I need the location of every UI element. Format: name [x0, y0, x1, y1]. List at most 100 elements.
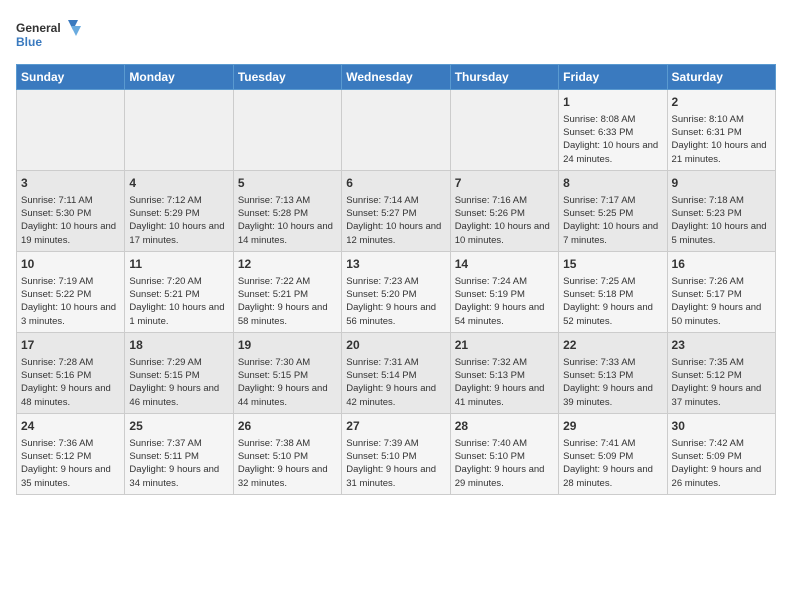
calendar-cell: 13 Sunrise: 7:23 AM Sunset: 5:20 PM Dayli…: [342, 251, 450, 332]
week-row-3: 17 Sunrise: 7:28 AM Sunset: 5:16 PM Dayli…: [17, 332, 776, 413]
calendar-cell: [450, 90, 558, 171]
day-info: Sunrise: 7:40 AM Sunset: 5:10 PM Dayligh…: [455, 437, 554, 490]
day-info: Sunrise: 7:24 AM Sunset: 5:19 PM Dayligh…: [455, 275, 554, 328]
calendar-table: SundayMondayTuesdayWednesdayThursdayFrid…: [16, 64, 776, 495]
calendar-cell: 17 Sunrise: 7:28 AM Sunset: 5:16 PM Dayli…: [17, 332, 125, 413]
day-header-sunday: Sunday: [17, 65, 125, 90]
day-number: 10: [21, 256, 120, 273]
calendar-cell: 5 Sunrise: 7:13 AM Sunset: 5:28 PM Daylig…: [233, 170, 341, 251]
day-header-saturday: Saturday: [667, 65, 775, 90]
calendar-cell: 2 Sunrise: 8:10 AM Sunset: 6:31 PM Daylig…: [667, 90, 775, 171]
day-number: 29: [563, 418, 662, 435]
day-number: 23: [672, 337, 771, 354]
calendar-cell: 29 Sunrise: 7:41 AM Sunset: 5:09 PM Dayli…: [559, 413, 667, 494]
header-row: SundayMondayTuesdayWednesdayThursdayFrid…: [17, 65, 776, 90]
week-row-4: 24 Sunrise: 7:36 AM Sunset: 5:12 PM Dayli…: [17, 413, 776, 494]
day-info: Sunrise: 8:10 AM Sunset: 6:31 PM Dayligh…: [672, 113, 771, 166]
day-number: 3: [21, 175, 120, 192]
day-info: Sunrise: 7:37 AM Sunset: 5:11 PM Dayligh…: [129, 437, 228, 490]
calendar-cell: 30 Sunrise: 7:42 AM Sunset: 5:09 PM Dayli…: [667, 413, 775, 494]
day-info: Sunrise: 7:20 AM Sunset: 5:21 PM Dayligh…: [129, 275, 228, 328]
calendar-cell: 24 Sunrise: 7:36 AM Sunset: 5:12 PM Dayli…: [17, 413, 125, 494]
day-number: 30: [672, 418, 771, 435]
day-number: 21: [455, 337, 554, 354]
day-info: Sunrise: 7:42 AM Sunset: 5:09 PM Dayligh…: [672, 437, 771, 490]
svg-text:Blue: Blue: [16, 35, 42, 49]
day-info: Sunrise: 7:31 AM Sunset: 5:14 PM Dayligh…: [346, 356, 445, 409]
day-number: 24: [21, 418, 120, 435]
day-number: 16: [672, 256, 771, 273]
day-number: 5: [238, 175, 337, 192]
calendar-cell: [233, 90, 341, 171]
day-number: 17: [21, 337, 120, 354]
day-number: 26: [238, 418, 337, 435]
calendar-cell: 4 Sunrise: 7:12 AM Sunset: 5:29 PM Daylig…: [125, 170, 233, 251]
calendar-cell: 26 Sunrise: 7:38 AM Sunset: 5:10 PM Dayli…: [233, 413, 341, 494]
day-header-monday: Monday: [125, 65, 233, 90]
calendar-body: 1Sunrise: 8:08 AM Sunset: 6:33 PM Daylig…: [17, 90, 776, 495]
week-row-0: 1Sunrise: 8:08 AM Sunset: 6:33 PM Daylig…: [17, 90, 776, 171]
day-number: 11: [129, 256, 228, 273]
calendar-cell: 16 Sunrise: 7:26 AM Sunset: 5:17 PM Dayli…: [667, 251, 775, 332]
day-info: Sunrise: 7:38 AM Sunset: 5:10 PM Dayligh…: [238, 437, 337, 490]
svg-text:General: General: [16, 21, 61, 35]
day-number: 27: [346, 418, 445, 435]
day-info: Sunrise: 7:25 AM Sunset: 5:18 PM Dayligh…: [563, 275, 662, 328]
week-row-1: 3 Sunrise: 7:11 AM Sunset: 5:30 PM Daylig…: [17, 170, 776, 251]
day-info: Sunrise: 7:16 AM Sunset: 5:26 PM Dayligh…: [455, 194, 554, 247]
calendar-cell: 21 Sunrise: 7:32 AM Sunset: 5:13 PM Dayli…: [450, 332, 558, 413]
day-info: Sunrise: 7:29 AM Sunset: 5:15 PM Dayligh…: [129, 356, 228, 409]
calendar-cell: 20 Sunrise: 7:31 AM Sunset: 5:14 PM Dayli…: [342, 332, 450, 413]
day-number: 28: [455, 418, 554, 435]
calendar-cell: 7 Sunrise: 7:16 AM Sunset: 5:26 PM Daylig…: [450, 170, 558, 251]
day-info: Sunrise: 7:18 AM Sunset: 5:23 PM Dayligh…: [672, 194, 771, 247]
calendar-cell: 1Sunrise: 8:08 AM Sunset: 6:33 PM Daylig…: [559, 90, 667, 171]
day-info: Sunrise: 7:12 AM Sunset: 5:29 PM Dayligh…: [129, 194, 228, 247]
day-info: Sunrise: 7:11 AM Sunset: 5:30 PM Dayligh…: [21, 194, 120, 247]
day-number: 7: [455, 175, 554, 192]
day-info: Sunrise: 7:13 AM Sunset: 5:28 PM Dayligh…: [238, 194, 337, 247]
day-info: Sunrise: 7:28 AM Sunset: 5:16 PM Dayligh…: [21, 356, 120, 409]
day-header-friday: Friday: [559, 65, 667, 90]
day-number: 2: [672, 94, 771, 111]
day-info: Sunrise: 7:22 AM Sunset: 5:21 PM Dayligh…: [238, 275, 337, 328]
day-number: 4: [129, 175, 228, 192]
calendar-cell: 3 Sunrise: 7:11 AM Sunset: 5:30 PM Daylig…: [17, 170, 125, 251]
day-number: 20: [346, 337, 445, 354]
logo: General Blue: [16, 16, 86, 56]
week-row-2: 10 Sunrise: 7:19 AM Sunset: 5:22 PM Dayli…: [17, 251, 776, 332]
day-header-wednesday: Wednesday: [342, 65, 450, 90]
day-number: 13: [346, 256, 445, 273]
day-info: Sunrise: 7:36 AM Sunset: 5:12 PM Dayligh…: [21, 437, 120, 490]
day-number: 19: [238, 337, 337, 354]
calendar-cell: 18Sunrise: 7:29 AM Sunset: 5:15 PM Dayli…: [125, 332, 233, 413]
day-info: Sunrise: 7:32 AM Sunset: 5:13 PM Dayligh…: [455, 356, 554, 409]
day-info: Sunrise: 7:33 AM Sunset: 5:13 PM Dayligh…: [563, 356, 662, 409]
day-info: Sunrise: 7:14 AM Sunset: 5:27 PM Dayligh…: [346, 194, 445, 247]
calendar-cell: 27 Sunrise: 7:39 AM Sunset: 5:10 PM Dayli…: [342, 413, 450, 494]
calendar-cell: 12 Sunrise: 7:22 AM Sunset: 5:21 PM Dayli…: [233, 251, 341, 332]
calendar-cell: 10 Sunrise: 7:19 AM Sunset: 5:22 PM Dayli…: [17, 251, 125, 332]
day-info: Sunrise: 7:35 AM Sunset: 5:12 PM Dayligh…: [672, 356, 771, 409]
calendar-cell: [342, 90, 450, 171]
day-info: Sunrise: 7:41 AM Sunset: 5:09 PM Dayligh…: [563, 437, 662, 490]
day-number: 12: [238, 256, 337, 273]
day-info: Sunrise: 7:23 AM Sunset: 5:20 PM Dayligh…: [346, 275, 445, 328]
day-info: Sunrise: 7:30 AM Sunset: 5:15 PM Dayligh…: [238, 356, 337, 409]
day-number: 22: [563, 337, 662, 354]
day-number: 6: [346, 175, 445, 192]
day-info: Sunrise: 7:39 AM Sunset: 5:10 PM Dayligh…: [346, 437, 445, 490]
calendar-cell: 25 Sunrise: 7:37 AM Sunset: 5:11 PM Dayli…: [125, 413, 233, 494]
calendar-cell: 8Sunrise: 7:17 AM Sunset: 5:25 PM Daylig…: [559, 170, 667, 251]
day-info: Sunrise: 7:26 AM Sunset: 5:17 PM Dayligh…: [672, 275, 771, 328]
calendar-cell: 14Sunrise: 7:24 AM Sunset: 5:19 PM Dayli…: [450, 251, 558, 332]
calendar-cell: 22 Sunrise: 7:33 AM Sunset: 5:13 PM Dayli…: [559, 332, 667, 413]
day-info: Sunrise: 7:19 AM Sunset: 5:22 PM Dayligh…: [21, 275, 120, 328]
day-number: 1: [563, 94, 662, 111]
calendar-cell: 23 Sunrise: 7:35 AM Sunset: 5:12 PM Dayli…: [667, 332, 775, 413]
calendar-cell: 11 Sunrise: 7:20 AM Sunset: 5:21 PM Dayli…: [125, 251, 233, 332]
calendar-cell: [125, 90, 233, 171]
day-number: 9: [672, 175, 771, 192]
header: General Blue: [16, 16, 776, 56]
day-number: 25: [129, 418, 228, 435]
